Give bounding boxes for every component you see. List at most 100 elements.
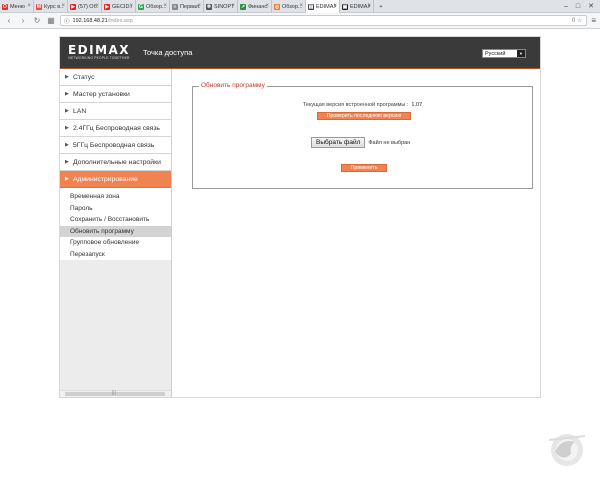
sidebar-menu-label: Статус [73,73,95,81]
page-info-icon[interactable]: ⓘ [64,17,70,25]
sidebar-menu-label: 2.4ГГц Беспроводная связь [73,124,160,132]
browser-tab[interactable]: ▤ EDIMAX × [306,0,340,13]
sidebar-menu-item[interactable]: ▶ Мастер установки [60,86,171,103]
sidebar-submenu-item[interactable]: Обновить программу [60,225,171,237]
chevron-down-icon[interactable]: ▼ [517,50,525,57]
tab-close-icon[interactable]: × [61,3,65,9]
browser-tab[interactable]: ≡Первая...× [170,0,204,13]
sidebar-menu-item[interactable]: ▶ 2.4ГГц Беспроводная связь [60,120,171,137]
main-content: Обновить программу Текущая версия встрое… [172,69,540,397]
tab-favicon-icon: O [2,3,8,10]
sidebar-submenu-item[interactable]: Временная зона [60,191,171,203]
browser-tab[interactable]: O Меню × [0,0,34,13]
sidebar-menu: ▶ Статус ▶ Мастер установки ▶ LAN ▶ 2.4ГГц Бесп… [60,69,171,188]
language-select[interactable]: Русский ▼ [482,49,526,58]
logo-mark: EDIMAX [67,43,131,57]
tab-close-icon[interactable]: × [265,3,269,9]
forward-icon[interactable]: › [18,16,28,25]
language-value: Русский [485,50,506,57]
tab-close-icon[interactable]: × [197,3,201,9]
address-bar: ‹ › ↻ ▦ ⓘ 192.168.48.21/index.asp 0 ☆ ≡ [0,13,600,29]
browser-tab[interactable]: ▶GECID.c...× [102,0,136,13]
current-version-label: Текущая версия встроенной программы : [302,102,409,108]
sidebar-menu-item[interactable]: ▶ Статус [60,69,171,86]
watermark-logo [548,434,586,466]
tab-favicon-icon: G [138,3,144,10]
speed-dial-icon[interactable]: ▦ [46,16,56,25]
file-status: Файл не выбран [368,139,411,146]
browser-tab[interactable]: M Курс в... × [34,0,68,13]
apply-button[interactable]: Применить [341,164,387,172]
triangle-right-icon: ▶ [65,176,69,182]
browser-menu-icon[interactable]: ≡ [591,16,600,25]
minimize-icon[interactable]: – [564,3,568,10]
sidebar-submenu-item[interactable]: Групповое обновление [60,237,171,249]
tab-close-icon[interactable]: × [367,3,371,9]
sidebar-menu-item[interactable]: ▶ LAN [60,103,171,120]
sidebar-submenu-item[interactable]: Пароль [60,203,171,215]
tab-favicon-icon: ▶ [104,3,110,10]
browser-tab[interactable]: G Обзор... × [136,0,170,13]
sidebar: ▶ Статус ▶ Мастер установки ▶ LAN ▶ 2.4ГГц Бесп… [60,69,172,397]
window-controls: – □ ✕ [564,0,600,12]
check-latest-version-button[interactable]: Проверить последнюю версию [317,112,411,120]
triangle-right-icon: ▶ [65,159,69,165]
choose-file-button[interactable]: Выбрать файл [311,137,366,148]
tab-favicon-icon: ↗ [240,3,246,10]
triangle-right-icon: ▶ [65,91,69,97]
tab-favicon-icon: ▣ [342,3,348,10]
browser-tab[interactable]: ▣ EDIMAX × [340,0,374,13]
tab-close-icon[interactable]: × [95,3,99,9]
edimax-logo: EDIMAX NETWORKING PEOPLE TOGETHER [68,43,130,63]
browser-tab[interactable]: ❄SINOPTI...× [204,0,238,13]
url-input[interactable]: ⓘ 192.168.48.21/index.asp 0 ☆ [60,15,588,26]
tab-favicon-icon: ◎ [274,3,280,10]
browser-tab[interactable]: ◎ Обзор... × [272,0,306,13]
sidebar-submenu: Временная зона Пароль Сохранить / Восстано… [60,188,171,260]
page-title: Точка доступа [143,48,193,57]
browser-tab[interactable]: ▶(57) Об...× [68,0,102,13]
current-version-value: 1.07 [411,102,423,108]
sidebar-menu-item[interactable]: ▶ Дополнительные настройки [60,154,171,171]
tab-close-icon[interactable]: × [27,3,31,9]
tab-close-icon[interactable]: × [231,3,235,9]
browser-tab[interactable]: ↗Финанс...× [238,0,272,13]
back-icon[interactable]: ‹ [4,16,14,25]
tab-favicon-icon: M [36,3,42,10]
sidebar-menu-item[interactable]: ▶ 5ГГц Беспроводная связь [60,137,171,154]
url-path: /index.asp [107,17,133,24]
url-bar-icons[interactable]: 0 ☆ [572,17,586,24]
tab-close-icon[interactable]: × [333,3,337,9]
triangle-right-icon: ▶ [65,142,69,148]
triangle-right-icon: ▶ [65,74,69,80]
browser-tab-bar: OМеню×MКурс в...×▶(57) Об...×▶GECID.c...… [0,0,600,13]
sidebar-submenu-item[interactable]: Перезапуск [60,249,171,261]
horizontal-scrollbar[interactable]: ||| [60,390,171,397]
sidebar-menu-label: Мастер установки [73,90,130,98]
firmware-upgrade-panel: Обновить программу Текущая версия встрое… [192,82,533,189]
tab-close-icon[interactable]: × [299,3,303,9]
close-window-icon[interactable]: ✕ [588,2,594,10]
url-host: 192.168.48.21 [72,17,108,24]
triangle-right-icon: ▶ [65,108,69,114]
tab-close-icon[interactable]: × [129,3,133,9]
maximize-icon[interactable]: □ [576,3,580,10]
sidebar-menu-item[interactable]: ▶ Администрирование [60,171,171,188]
sidebar-menu-label: Дополнительные настройки [73,158,161,166]
logo-tagline: NETWORKING PEOPLE TOGETHER [68,56,130,60]
file-picker-row: Выбрать файл Файл не выбран [311,137,410,148]
sidebar-submenu-item[interactable]: Сохранить / Восстановить [60,214,171,226]
triangle-right-icon: ▶ [65,125,69,131]
new-tab-button[interactable]: + [374,0,386,13]
current-version-row: Текущая версия встроенной программы :1.0… [193,102,532,108]
page-header: EDIMAX NETWORKING PEOPLE TOGETHER Точка … [60,37,540,69]
sidebar-menu-label: LAN [73,107,87,115]
tab-favicon-icon: ▶ [70,3,76,10]
sidebar-menu-label: 5ГГц Беспроводная связь [73,141,155,149]
reload-icon[interactable]: ↻ [32,16,42,25]
tab-favicon-icon: ❄ [206,3,212,10]
tab-favicon-icon: ≡ [172,3,178,10]
panel-legend: Обновить программу [199,82,267,89]
tab-close-icon[interactable]: × [163,3,167,9]
grip-icon: ||| [112,390,116,396]
